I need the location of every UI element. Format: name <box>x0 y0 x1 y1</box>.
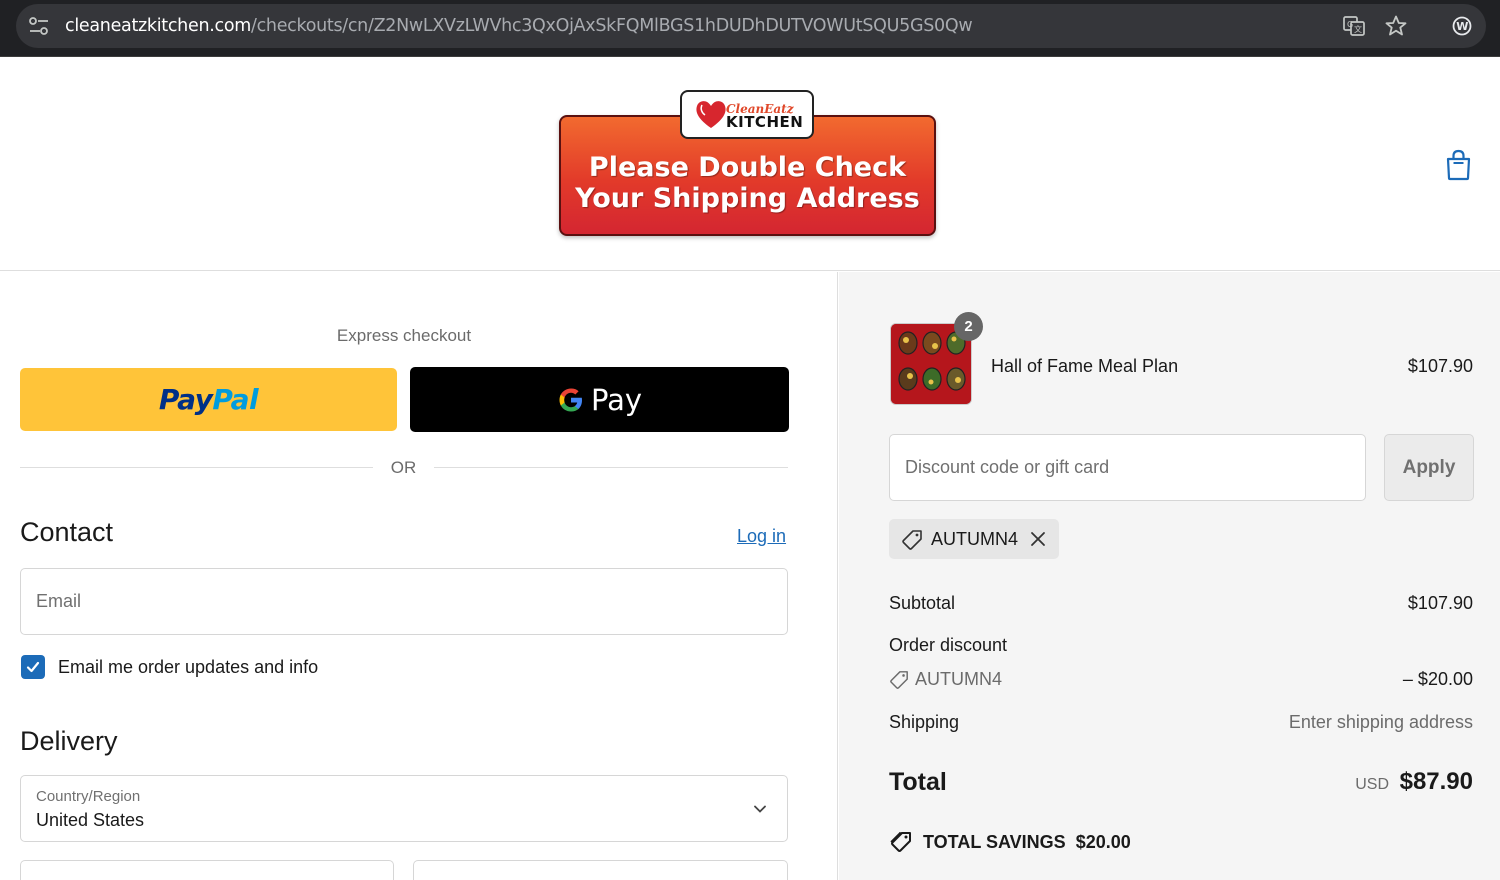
google-pay-label: Pay <box>590 382 643 417</box>
email-updates-checkbox[interactable] <box>21 655 45 679</box>
bookmark-star-icon[interactable] <box>1384 14 1408 38</box>
site-info-icon[interactable] <box>28 16 50 36</box>
translate-icon[interactable]: G 文 <box>1342 14 1366 38</box>
shipping-label: Shipping <box>889 712 960 732</box>
applied-discount-chip: AUTUMN4 <box>889 519 1059 559</box>
svg-text:文: 文 <box>1354 24 1362 34</box>
total-savings-value: $20.00 <box>1075 831 1131 852</box>
country-select-label: Country/Region <box>36 788 141 805</box>
country-select[interactable]: Country/Region United States <box>20 775 788 842</box>
tag-icon <box>902 530 922 550</box>
checkout-form: Express checkout PayPal Pay OR Contact L… <box>0 272 838 880</box>
heart-logo-icon <box>696 101 726 128</box>
svg-text:G: G <box>1347 20 1353 29</box>
express-checkout-label: Express checkout <box>336 326 472 345</box>
url-path: /checkouts/cn/Z2NwLXVzLWVhc3QxOjAxSkFQMl… <box>250 16 973 36</box>
order-discount-code: AUTUMN4 <box>915 669 1003 689</box>
email-input[interactable] <box>36 569 776 634</box>
order-discount-value: – $20.00 <box>1402 669 1473 689</box>
chevron-down-icon <box>754 805 766 813</box>
product-name: Hall of Fame Meal Plan <box>991 356 1179 376</box>
paypal-button[interactable]: PayPal <box>20 368 397 431</box>
url-host: cleaneatzkitchen.com <box>65 16 251 36</box>
country-select-value: United States <box>36 810 145 830</box>
applied-discount-code: AUTUMN4 <box>931 529 1019 549</box>
paypal-logo: PayPal <box>158 383 259 416</box>
discount-field-wrapper <box>889 434 1366 501</box>
last-name-field[interactable] <box>413 860 788 880</box>
order-summary: 2 Hall of Fame Meal Plan $107.90 Apply A… <box>839 272 1500 880</box>
address-bar[interactable]: cleaneatzkitchen.com/checkouts/cn/Z2NwLX… <box>16 4 1486 48</box>
url-text[interactable]: cleaneatzkitchen.com/checkouts/cn/Z2NwLX… <box>65 16 973 36</box>
shipping-value: Enter shipping address <box>1288 712 1473 732</box>
discount-tag-icon <box>890 670 908 689</box>
discount-code-input[interactable] <box>905 435 1355 500</box>
subtotal-value: $107.90 <box>1407 593 1473 613</box>
order-discount-label: Order discount <box>889 635 1008 655</box>
total-currency: USD <box>1355 776 1389 793</box>
extension-icon[interactable]: W <box>1450 14 1474 38</box>
banner-line-1: Please Double Check <box>588 152 907 183</box>
savings-tag-icon <box>890 832 911 852</box>
google-pay-button[interactable]: Pay <box>410 367 789 432</box>
apply-discount-button[interactable]: Apply <box>1384 434 1474 501</box>
email-field-wrapper <box>20 568 788 635</box>
subtotal-label: Subtotal <box>889 593 956 613</box>
banner-line-2: Your Shipping Address <box>575 183 920 214</box>
login-link[interactable]: Log in <box>737 526 786 547</box>
product-price: $107.90 <box>1407 356 1473 376</box>
total-value: $87.90 <box>1399 768 1473 795</box>
delivery-heading: Delivery <box>20 726 118 756</box>
total-label: Total <box>889 768 947 796</box>
quantity-badge: 2 <box>954 312 983 341</box>
email-updates-label: Email me order updates and info <box>58 657 319 677</box>
divider-right <box>434 467 788 468</box>
total-savings: TOTAL SAVINGS $20.00 <box>889 830 1131 854</box>
svg-text:W: W <box>1456 20 1468 33</box>
or-divider-label: OR <box>390 458 417 477</box>
total-savings-label: TOTAL SAVINGS <box>923 831 1066 852</box>
order-discount-code-row: AUTUMN4 <box>889 669 1002 690</box>
store-header: Please Double Check Your Shipping Addres… <box>0 57 1500 271</box>
contact-heading: Contact <box>20 517 114 547</box>
logo-bottom-text: KITCHEN <box>726 113 804 131</box>
store-logo[interactable]: CleanEatz KITCHEN <box>680 90 814 139</box>
remove-discount-icon[interactable] <box>1029 530 1047 548</box>
google-g-icon <box>559 388 582 411</box>
checkmark-icon <box>26 661 40 673</box>
cart-bag-icon[interactable] <box>1445 149 1472 181</box>
divider-left <box>20 467 373 468</box>
browser-toolbar: cleaneatzkitchen.com/checkouts/cn/Z2NwLX… <box>0 0 1500 57</box>
first-name-field[interactable] <box>20 860 394 880</box>
